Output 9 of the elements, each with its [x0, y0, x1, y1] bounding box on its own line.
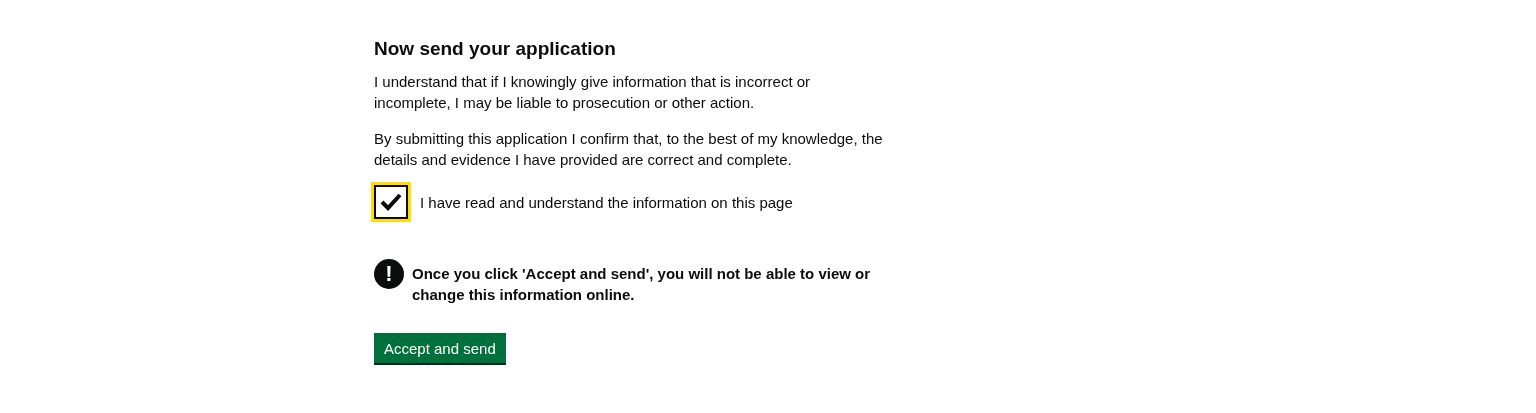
page-heading: Now send your application [374, 37, 617, 61]
checkbox[interactable] [374, 185, 408, 219]
warning-text: Once you click 'Accept and send', you will not be able to view or change this information online. [412, 264, 872, 305]
warning-icon: ! [374, 259, 404, 289]
checkbox-label[interactable]: I have read and understand the information on this page [420, 191, 793, 213]
accept-button[interactable]: Accept and send [374, 333, 506, 363]
check-icon [380, 193, 402, 211]
paragraph: I understand that if I knowingly give information that is incorrect or incomplete, I may be liable to prosecution or other action. [374, 72, 812, 113]
paragraph: By submitting this application I confirm that, to the best of my knowledge, the details and evidence I have provided are correct and complete. [374, 129, 884, 170]
